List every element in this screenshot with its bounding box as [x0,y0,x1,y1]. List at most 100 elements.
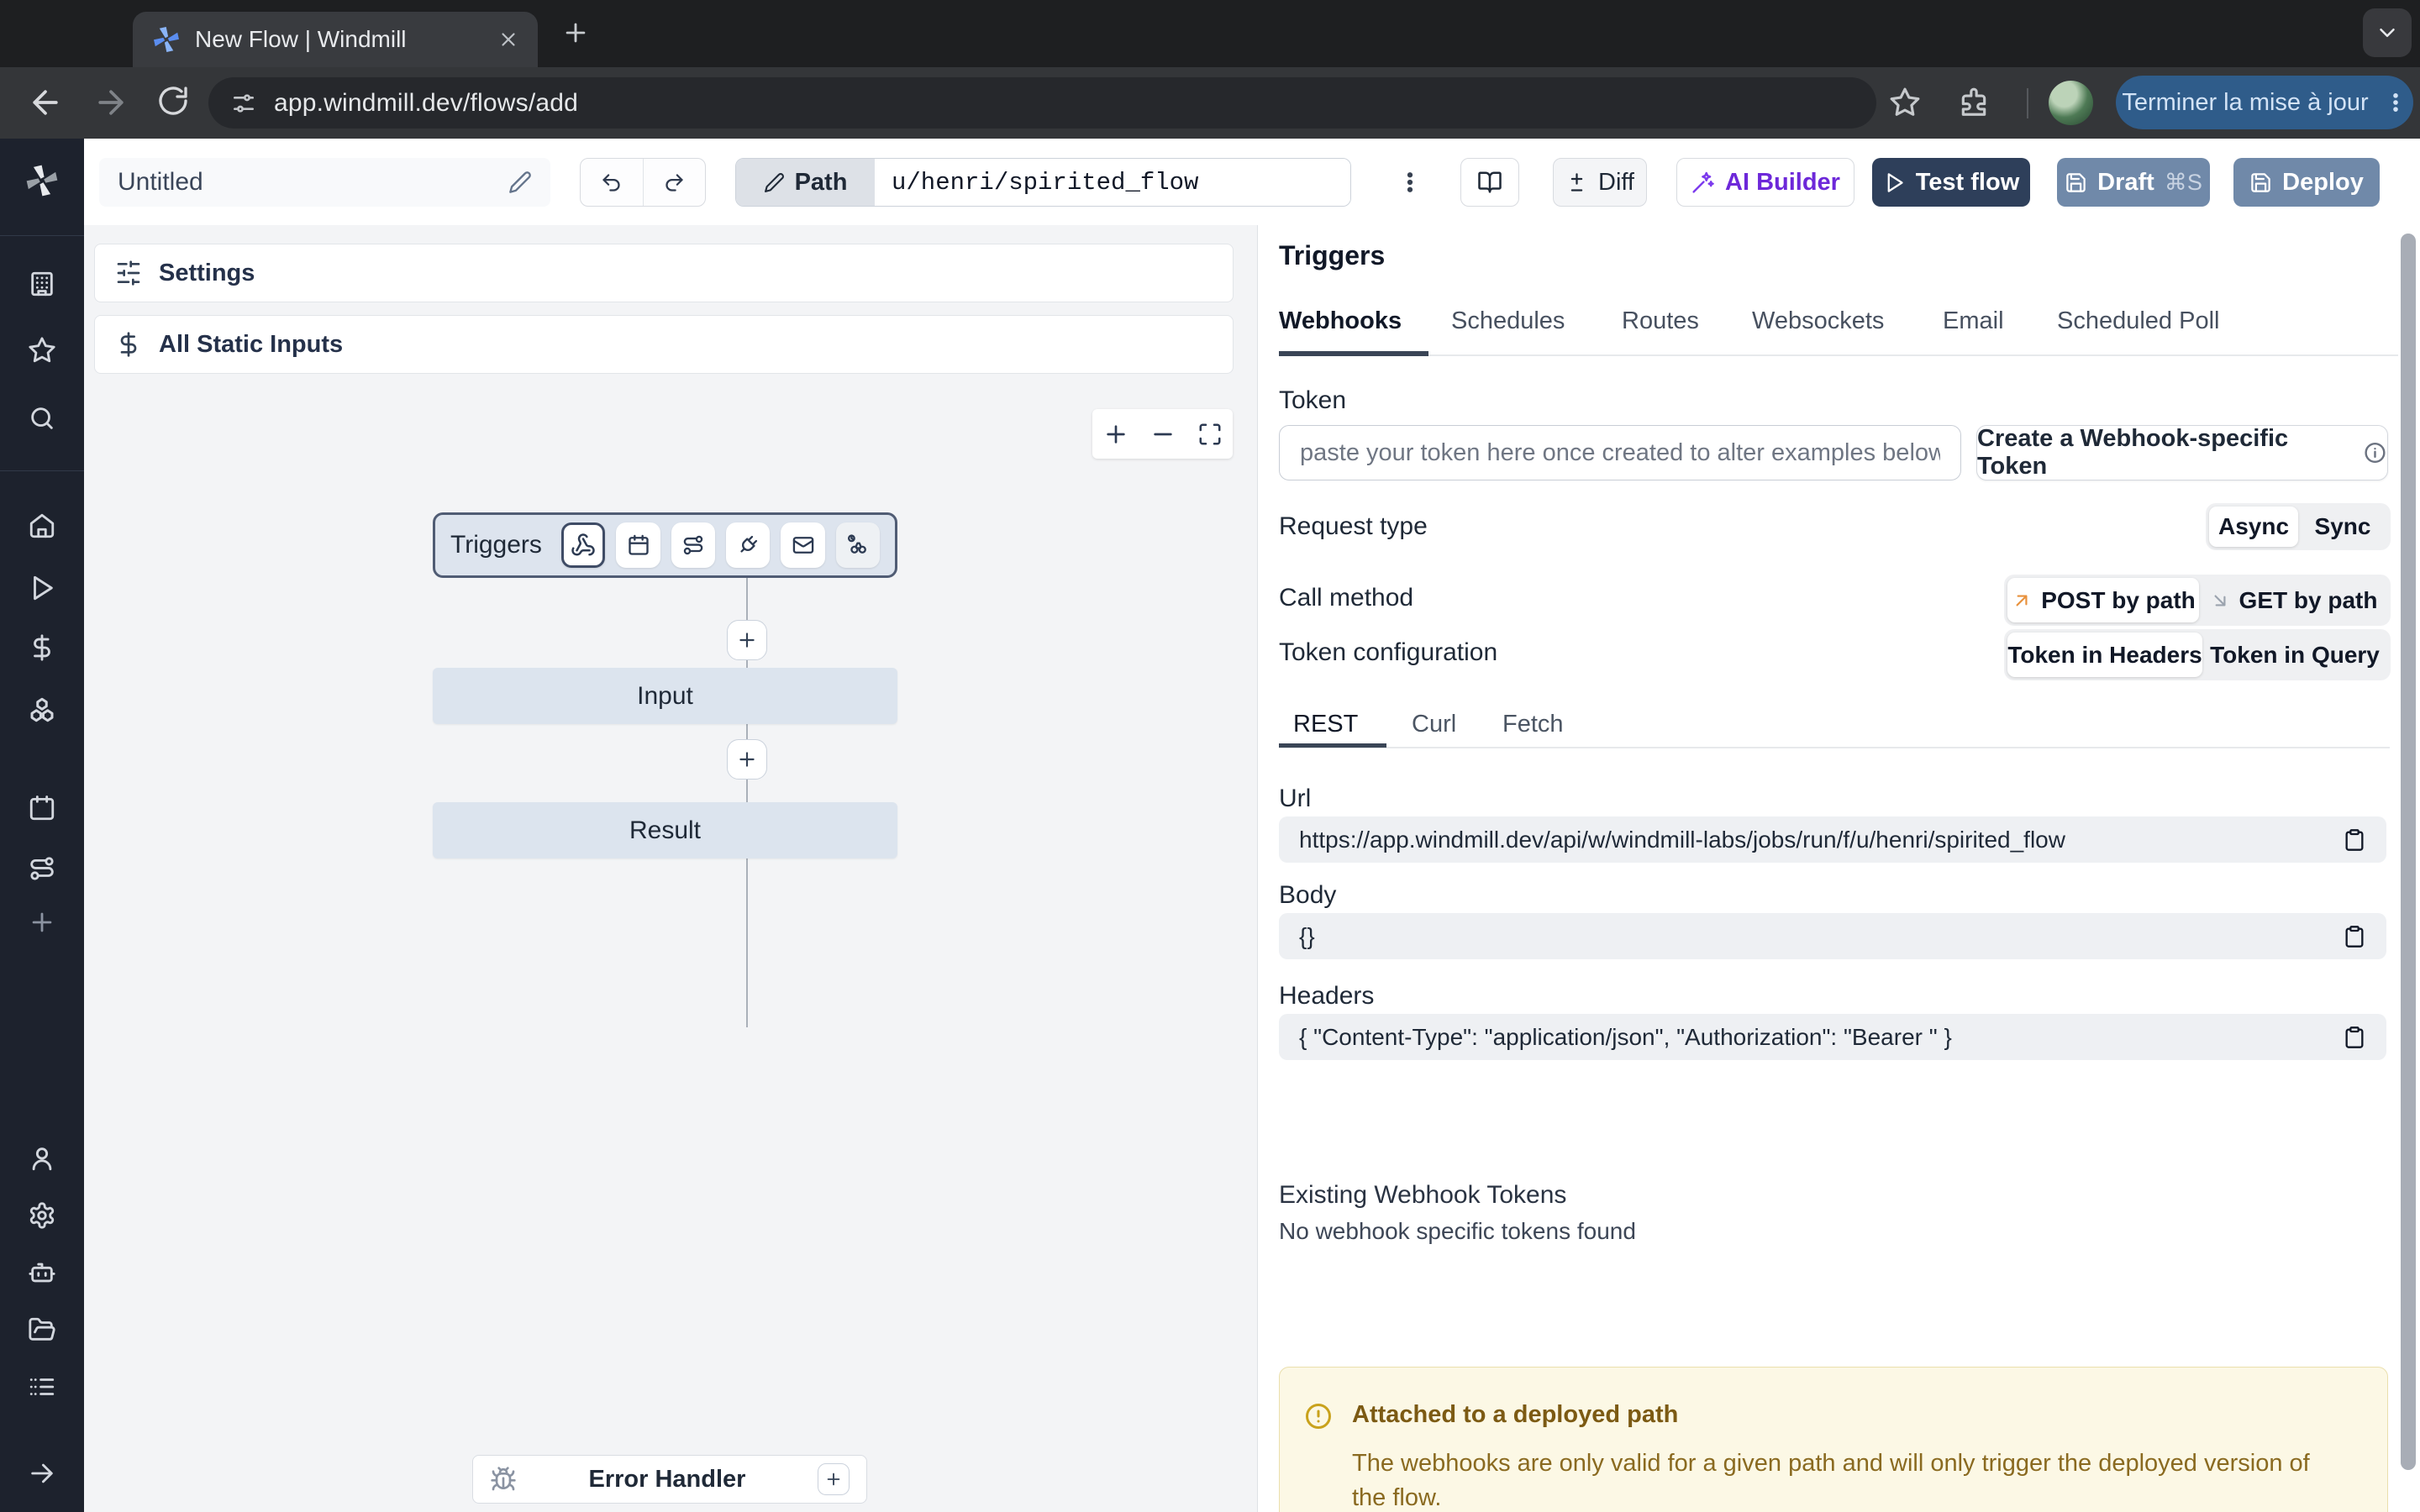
call-method-get[interactable]: GET by path [2199,578,2387,622]
site-settings-icon[interactable] [230,90,257,117]
sidebar-item-runs[interactable] [0,564,84,612]
tab-search-button[interactable] [2363,8,2412,57]
sidebar-item-user[interactable] [0,1135,84,1182]
request-type-async[interactable]: Async [2209,507,2298,547]
sidebar-divider [0,235,84,236]
sidebar-divider [0,470,84,471]
diff-button[interactable]: Diff [1553,158,1647,207]
save-draft-button[interactable]: Draft ⌘S [2057,158,2210,207]
trigger-websocket-button[interactable] [726,522,770,568]
update-menu-kebab-icon[interactable] [2384,91,2407,114]
zoom-out-icon[interactable] [1150,421,1176,448]
tab-email[interactable]: Email [1943,307,2004,335]
trigger-scheduled-poll-button[interactable] [836,522,880,568]
trigger-email-button[interactable] [781,522,824,568]
sidebar-item-schedules[interactable] [0,785,84,832]
tab-routes[interactable]: Routes [1622,307,1699,335]
ai-builder-button[interactable]: AI Builder [1676,158,1854,207]
add-error-handler-button[interactable] [818,1463,850,1495]
token-in-query[interactable]: Token in Query [2202,633,2387,677]
tab-webhooks[interactable]: Webhooks [1279,307,1402,335]
all-static-inputs-label: All Static Inputs [159,331,343,359]
more-options-kebab-icon[interactable] [1385,158,1435,207]
sidebar-item-create[interactable] [0,899,84,946]
profile-avatar[interactable] [2049,81,2093,125]
bookmark-star-icon[interactable] [1889,87,1921,118]
token-label: Token [1279,386,1346,415]
trigger-tabs: Webhooks Schedules Routes Websockets Ema… [1279,302,2398,356]
request-type-label: Request type [1279,512,1428,541]
forward-icon[interactable] [92,84,129,121]
triggers-node[interactable]: Triggers [433,512,897,578]
input-node[interactable]: Input [433,668,897,724]
fullscreen-icon[interactable] [1197,422,1223,447]
tab-scheduled-poll[interactable]: Scheduled Poll [2057,307,2219,335]
request-type-sync[interactable]: Sync [2298,507,2387,547]
sidebar [0,139,84,1512]
docs-button[interactable] [1460,158,1519,207]
result-node[interactable]: Result [433,802,897,858]
call-method-post[interactable]: POST by path [2007,578,2199,622]
code-example-tabs: REST Curl Fetch [1279,711,2390,748]
reload-icon[interactable] [156,84,190,118]
create-webhook-token-button[interactable]: Create a Webhook-specific Token [1976,425,2388,480]
add-step-button[interactable] [727,620,767,660]
deployed-path-warning: Attached to a deployed path The webhooks… [1279,1367,2388,1512]
tab-schedules[interactable]: Schedules [1451,307,1565,335]
new-tab-button[interactable] [561,18,590,47]
tab-close-icon[interactable] [497,29,519,50]
test-flow-button[interactable]: Test flow [1872,158,2030,207]
sidebar-item-logs[interactable] [0,1363,84,1410]
tab-rest[interactable]: REST [1293,711,1358,738]
extensions-icon[interactable] [1958,87,1990,118]
flow-settings-row[interactable]: Settings [94,244,1234,302]
sidebar-item-search[interactable] [0,395,84,442]
sidebar-item-flows[interactable] [0,845,84,892]
tab-fetch[interactable]: Fetch [1502,711,1564,738]
token-config-label: Token configuration [1279,638,1497,667]
sidebar-item-favorites[interactable] [0,327,84,374]
undo-button[interactable] [581,159,644,206]
all-static-inputs-row[interactable]: All Static Inputs [94,315,1234,374]
diff-label: Diff [1598,169,1634,197]
sidebar-item-variables[interactable] [0,624,84,671]
call-method-toggle: POST by path GET by path [2004,575,2391,626]
copy-headers-icon[interactable] [2343,1026,2366,1049]
path-input[interactable] [875,169,1350,197]
browser-tab[interactable]: New Flow | Windmill [133,12,538,67]
token-in-headers[interactable]: Token in Headers [2007,633,2202,677]
trigger-route-button[interactable] [671,522,715,568]
copy-url-icon[interactable] [2343,828,2366,852]
url-bar[interactable]: app.windmill.dev/flows/add [208,77,1876,129]
undo-redo-group [580,158,706,207]
flow-name-box[interactable]: Untitled [99,158,550,207]
sidebar-item-folders[interactable] [0,1306,84,1353]
path-edit-button[interactable]: Path [736,159,875,206]
zoom-in-icon[interactable] [1102,421,1129,448]
windmill-logo[interactable] [0,157,84,204]
tab-websockets[interactable]: Websockets [1752,307,1884,335]
edit-name-pencil-icon[interactable] [508,171,532,194]
copy-body-icon[interactable] [2343,925,2366,948]
error-handler-node[interactable]: Error Handler [472,1455,867,1504]
path-value-wrap [875,159,1350,206]
diff-icon [1565,171,1588,194]
panel-scrollbar[interactable] [2401,234,2416,1470]
sidebar-item-home[interactable] [0,502,84,549]
flow-canvas: Settings All Static Inputs Triggers [84,225,1258,1512]
sidebar-item-workers[interactable] [0,1249,84,1296]
redo-button[interactable] [644,159,706,206]
sidebar-collapse-arrow[interactable] [0,1450,84,1497]
trigger-schedule-button[interactable] [616,522,660,568]
trigger-webhook-button[interactable] [561,522,606,568]
back-icon[interactable] [27,84,64,121]
sidebar-item-workspace[interactable] [0,260,84,307]
save-icon [2065,171,2087,194]
sidebar-item-settings[interactable] [0,1192,84,1239]
deploy-button[interactable]: Deploy [2233,158,2380,207]
chrome-update-button[interactable]: Terminer la mise à jour [2116,76,2413,129]
add-step-button[interactable] [727,739,767,780]
sidebar-item-resources[interactable] [0,686,84,733]
tab-curl[interactable]: Curl [1412,711,1456,738]
token-input[interactable] [1279,425,1961,480]
